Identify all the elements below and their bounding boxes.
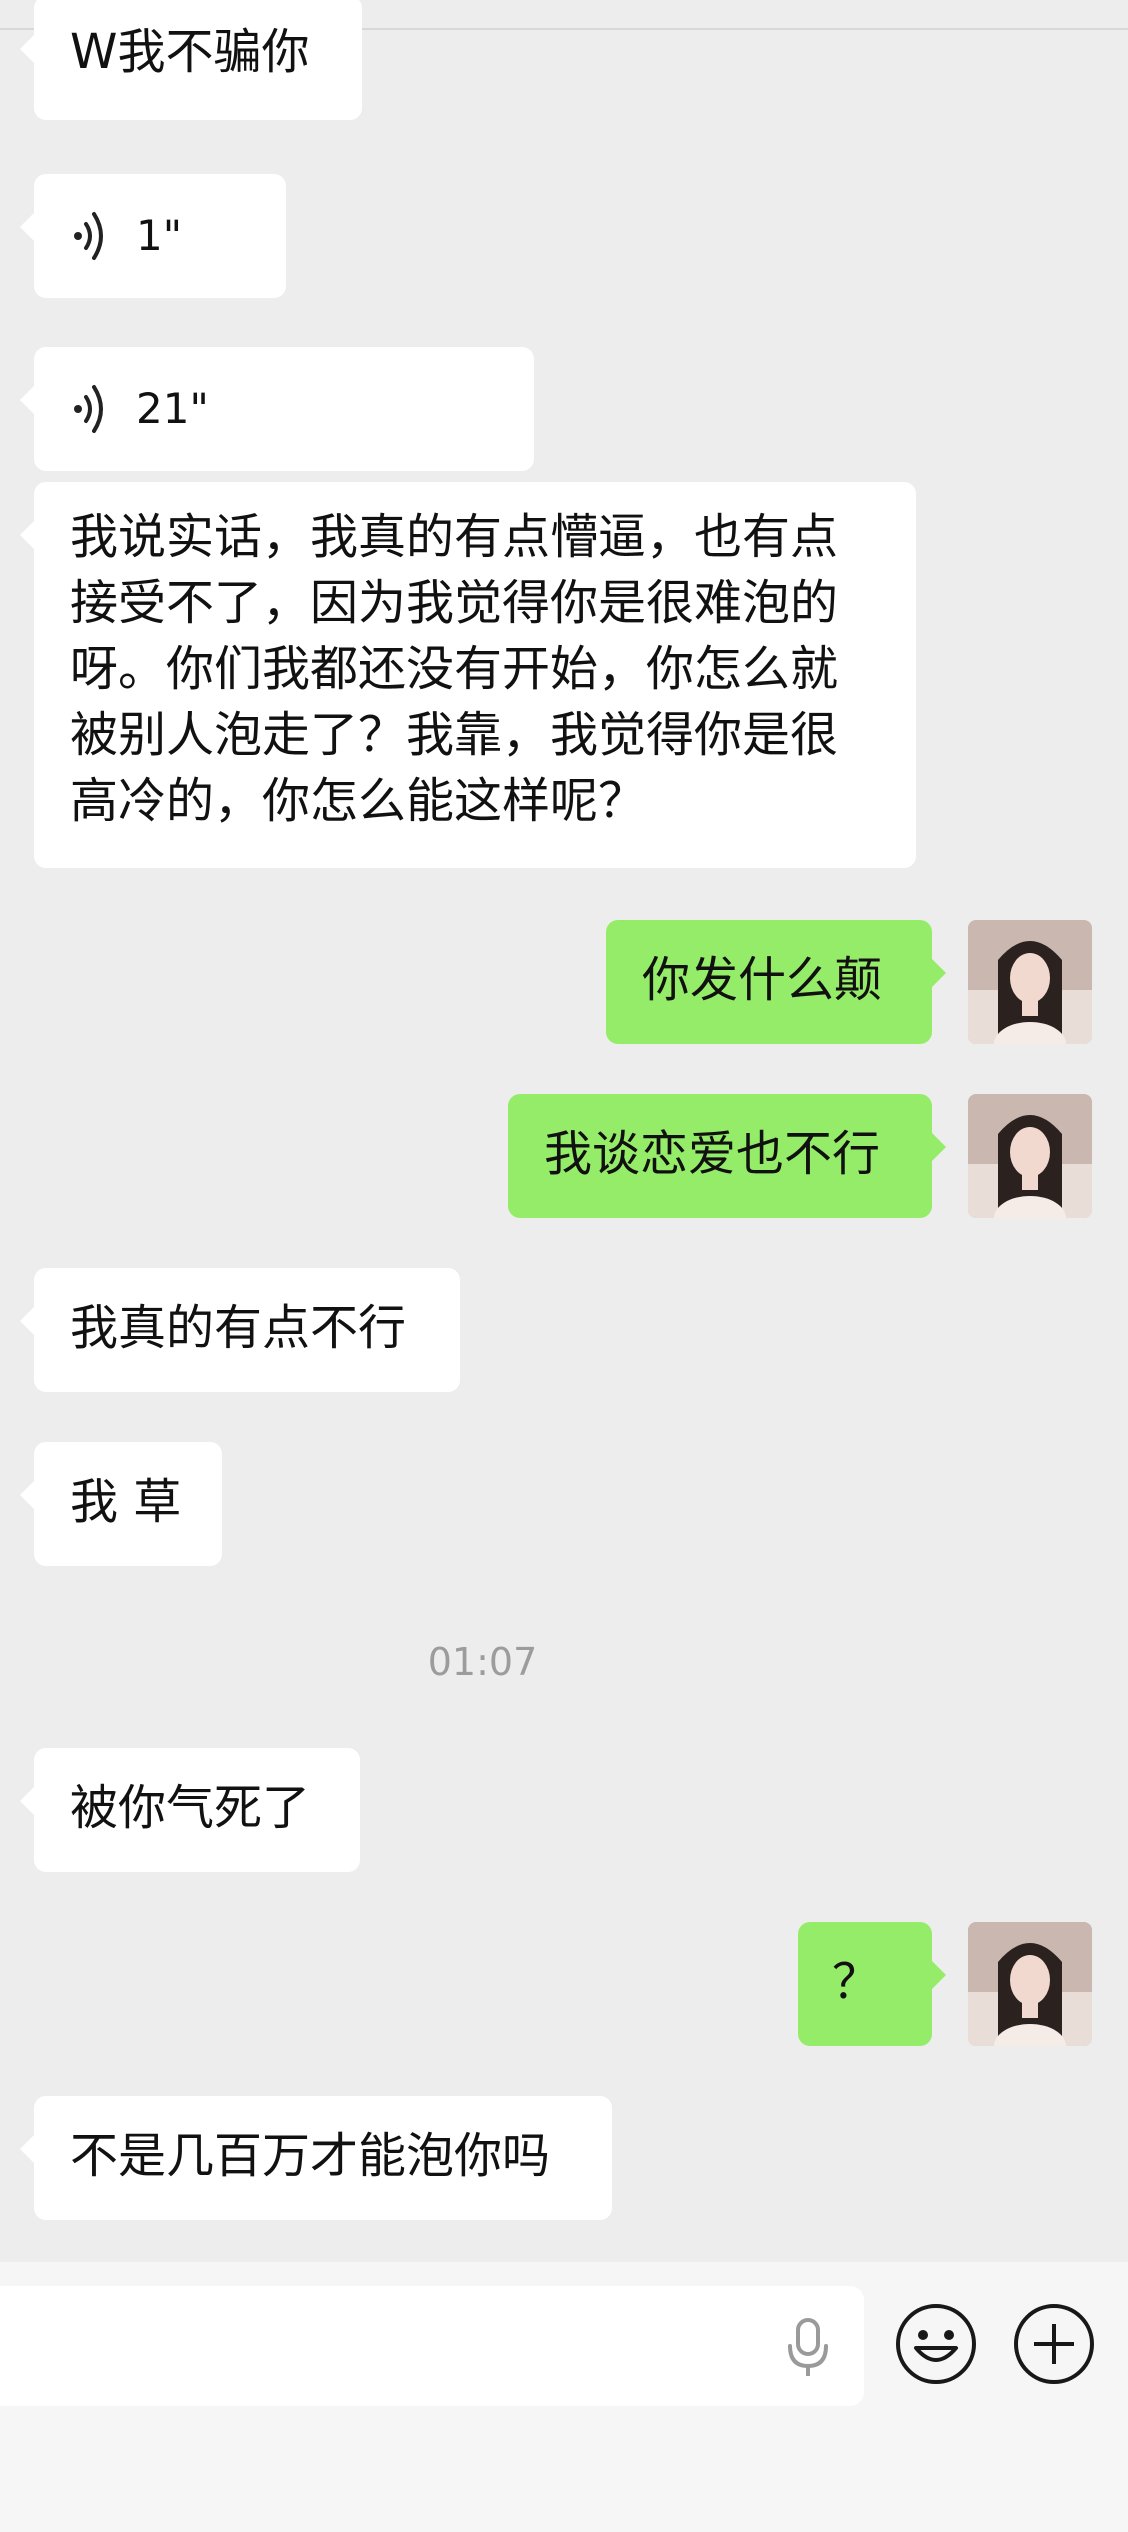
- voice-duration: 21": [136, 384, 209, 433]
- timestamp: 01:07: [427, 1640, 538, 1684]
- message-bubble-outgoing[interactable]: ？: [798, 1922, 946, 2046]
- message-text: 被你气死了: [70, 1780, 311, 1836]
- avatar[interactable]: [968, 1922, 1092, 2046]
- voice-wave-icon: [74, 385, 103, 433]
- message-text: 我真的有点不行: [70, 1300, 407, 1356]
- voice-message-bubble[interactable]: 21": [20, 347, 534, 471]
- message-bubble-incoming[interactable]: 被你气死了: [20, 1748, 360, 1872]
- message-bubble-incoming[interactable]: 不是几百万才能泡你吗: [20, 2096, 612, 2220]
- message-bubble-incoming[interactable]: 我说实话，我真的有点懵逼，也有点接受不了，因为我觉得你是很难泡的呀。你们我都还没…: [20, 482, 916, 868]
- message-bubble-incoming[interactable]: 我 草: [20, 1442, 222, 1566]
- message-text: ？: [832, 1954, 881, 2010]
- message-text: 你发什么颠: [642, 952, 883, 1008]
- message-text: 不是几百万才能泡你吗: [70, 2128, 551, 2184]
- avatar[interactable]: [968, 1094, 1092, 1218]
- message-bubble-outgoing[interactable]: 我谈恋爱也不行: [508, 1094, 946, 1218]
- chat-input-bar: [0, 2262, 1128, 2532]
- voice-duration: 1": [136, 211, 183, 260]
- message-input[interactable]: [0, 2286, 864, 2406]
- microphone-icon[interactable]: [782, 2316, 834, 2380]
- message-bubble-incoming[interactable]: 我真的有点不行: [20, 1268, 460, 1392]
- message-bubble-incoming[interactable]: W我不骗你: [20, 0, 362, 120]
- voice-wave-icon: [74, 212, 103, 260]
- message-bubble-outgoing[interactable]: 你发什么颠: [606, 920, 946, 1044]
- avatar[interactable]: [968, 920, 1092, 1044]
- message-text: W我不骗你: [70, 24, 310, 80]
- smiley-icon[interactable]: [894, 2302, 978, 2386]
- message-text: 我 草: [70, 1474, 182, 1530]
- message-text: 我说实话，我真的有点懵逼，也有点接受不了，因为我觉得你是很难泡的呀。你们我都还没…: [70, 509, 839, 829]
- plus-circle-icon[interactable]: [1012, 2302, 1096, 2386]
- message-text: 我谈恋爱也不行: [544, 1126, 881, 1182]
- voice-message-bubble[interactable]: 1": [20, 174, 286, 298]
